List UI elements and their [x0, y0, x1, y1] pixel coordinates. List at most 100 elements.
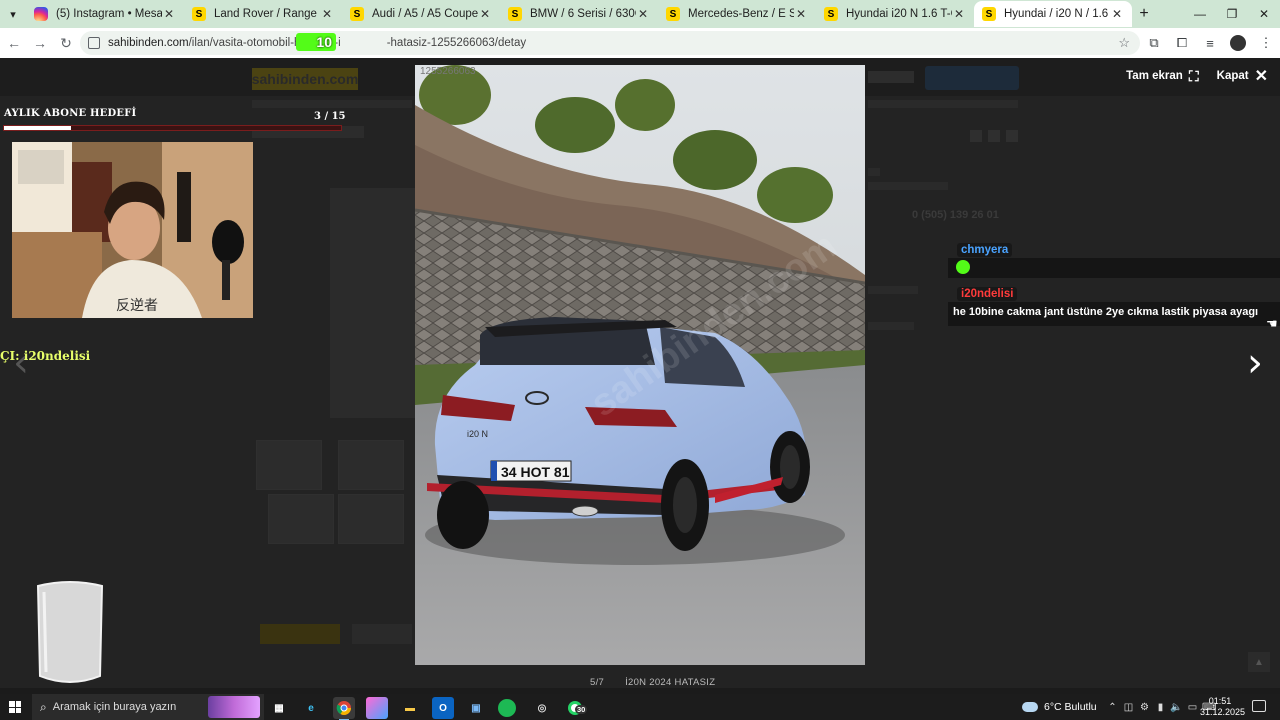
store-icon[interactable]: ▣ — [465, 697, 487, 719]
taskbar-search[interactable]: ⌕ Aramak için buraya yazın — [32, 694, 264, 720]
tab-title: Mercedes-Benz / E Serisi / E 250 — [688, 8, 794, 20]
breadcrumb-right — [868, 100, 1018, 108]
obs-icon[interactable]: ◎ — [531, 697, 553, 719]
main-gallery — [330, 188, 416, 418]
tab-close-icon[interactable]: ✕ — [162, 7, 176, 21]
info-line — [868, 168, 880, 176]
sahibinden-icon: S — [508, 7, 522, 21]
screen-cast-icon[interactable]: ⧉ — [1140, 29, 1168, 57]
scroll-top-icon: ▲ — [1248, 652, 1270, 672]
tab-title: Hyundai i20 N 1.6 T-GDI Fiyatlar — [846, 8, 952, 20]
forward-arrow-icon[interactable]: → — [28, 31, 52, 55]
photo-caption: İ20N 2024 HATASIZ — [625, 677, 716, 688]
clock-date: 31.12.2025 — [1200, 707, 1246, 717]
tab-close-icon[interactable]: ✕ — [1110, 7, 1124, 21]
system-tray: ⌃ ◫ ⚙ ▮ 🔈 ▭ ⌨ — [1106, 694, 1216, 720]
chat-username: chmyera — [957, 243, 1013, 257]
toolbar-icons: ⧉ ⧠ ≡ ⋮ — [1140, 28, 1280, 58]
outlook-icon[interactable]: O — [432, 697, 454, 719]
minimize-icon[interactable]: — — [1184, 0, 1216, 28]
tab-close-icon[interactable]: ✕ — [320, 7, 334, 21]
close-window-icon[interactable]: ✕ — [1248, 0, 1280, 28]
microphone-icon[interactable]: ▮ — [1154, 702, 1167, 713]
lightbox-controls: Tam ekran ⛶ Kapat ✕ — [1126, 66, 1268, 86]
search-placeholder: Aramak için buraya yazın — [52, 701, 177, 713]
network-icon[interactable]: ▭ — [1186, 702, 1199, 713]
tab-close-icon[interactable]: ✕ — [952, 7, 966, 21]
extensions-icon[interactable]: ⧠ — [1168, 29, 1196, 57]
new-tab-plus-icon[interactable]: + — [1132, 5, 1156, 23]
kick-overlay-badge: 10 — [296, 33, 336, 51]
goal-progress-bar — [3, 125, 342, 131]
photo-caption-bar: 5/7 İ20N 2024 HATASIZ — [590, 677, 715, 688]
window-controls: — ❐ ✕ — [1184, 0, 1280, 28]
browser-tab-6[interactable]: S Hyundai / i20 N / 1.6 T-GDI / i20 ✕ — [974, 1, 1132, 27]
chat-message-text: he 10bine cakma jant üstüne 2ye cıkma la… — [953, 306, 1259, 318]
glass-cup-image — [36, 581, 104, 683]
breadcrumb — [252, 100, 412, 108]
url-path-end: -hatasiz-1255266063/detay — [386, 37, 527, 49]
tab-close-icon[interactable]: ✕ — [636, 7, 650, 21]
close-icon: ✕ — [1254, 68, 1268, 85]
profile-avatar[interactable] — [1230, 35, 1246, 51]
notifications-icon[interactable] — [1252, 700, 1266, 712]
url-host: sahibinden.com — [108, 37, 189, 49]
hyundai-i20n-photo: 34 HOT 81 i20 N sahibinden.com — [415, 65, 865, 665]
browser-tab-4[interactable]: S Mercedes-Benz / E Serisi / E 250 ✕ — [658, 1, 816, 27]
post-ad-button — [925, 66, 1019, 90]
instagram-icon — [34, 7, 48, 21]
kick-overlay-count: 10 — [316, 34, 332, 50]
browser-tab-1[interactable]: S Land Rover / Range Rover / 4.2 ✕ — [184, 1, 342, 27]
file-explorer-icon[interactable]: ▬ — [399, 697, 421, 719]
browser-tab-5[interactable]: S Hyundai i20 N 1.6 T-GDI Fiyatlar ✕ — [816, 1, 974, 27]
whatsapp-icon[interactable]: 30 — [564, 697, 588, 719]
next-photo-chevron-icon[interactable]: › — [1240, 340, 1270, 386]
info-line — [868, 286, 918, 294]
taskbar-clock[interactable]: 01:51 31.12.2025 — [1200, 696, 1246, 718]
fullscreen-button[interactable]: Tam ekran ⛶ — [1126, 68, 1199, 85]
tray-app-icon[interactable]: ◫ — [1122, 702, 1135, 713]
tab-close-icon[interactable]: ✕ — [478, 7, 492, 21]
listing-photo: 34 HOT 81 i20 N sahibinden.com — [415, 65, 865, 665]
tray-app-icon[interactable]: ⚙ — [1138, 702, 1151, 713]
tab-search-icon[interactable]: ▾ — [0, 1, 26, 27]
restore-icon[interactable]: ❐ — [1216, 0, 1248, 28]
chrome-icon[interactable] — [333, 697, 355, 720]
spotify-icon[interactable] — [498, 699, 516, 717]
tab-strip: ▾ (5) Instagram • Mesajlar ✕ S Land Rove… — [0, 0, 1280, 28]
tab-title: Hyundai / i20 N / 1.6 T-GDI / i20 — [1004, 8, 1110, 20]
chat-message-0: chmyera — [948, 240, 1280, 258]
task-view-icon[interactable]: ▦ — [268, 697, 290, 719]
tab-media-icon[interactable]: ≡ — [1196, 29, 1224, 57]
address-bar[interactable]: sahibinden.com /ilan/vasita-otomobil-hyu… — [80, 31, 1140, 55]
search-highlight-art — [208, 696, 260, 718]
weather-widget[interactable]: 6°C Bulutlu — [1022, 694, 1097, 720]
close-lightbox-button[interactable]: Kapat ✕ — [1217, 66, 1268, 86]
start-button[interactable] — [0, 694, 30, 720]
kick-emote-icon — [956, 260, 970, 274]
license-plate-text: 34 HOT 81 — [501, 464, 570, 480]
search-icon: ⌕ — [40, 699, 47, 714]
back-arrow-icon[interactable]: ← — [2, 31, 26, 55]
site-info-icon[interactable] — [88, 37, 100, 49]
reload-icon[interactable]: ↻ — [54, 31, 78, 55]
clock-time: 01:51 — [1208, 696, 1232, 706]
facebook-icon — [970, 130, 982, 142]
listing-details-tab — [260, 624, 340, 644]
previous-photo-chevron-icon[interactable]: ‹ — [6, 340, 36, 386]
browser-tab-3[interactable]: S BMW / 6 Serisi / 630Ci / 630Ci / ✕ — [500, 1, 658, 27]
thumbnail — [268, 494, 334, 544]
menu-kebab-icon[interactable]: ⋮ — [1252, 29, 1280, 57]
volume-icon[interactable]: 🔈 — [1170, 702, 1183, 713]
copilot-icon[interactable] — [366, 697, 388, 719]
sahibinden-icon: S — [192, 7, 206, 21]
tray-chevron-icon[interactable]: ⌃ — [1106, 702, 1119, 713]
tab-close-icon[interactable]: ✕ — [794, 7, 808, 21]
browser-tab-0[interactable]: (5) Instagram • Mesajlar ✕ — [26, 1, 184, 27]
bookmark-star-icon[interactable]: ☆ — [1118, 35, 1130, 51]
svg-text:反逆者: 反逆者 — [116, 298, 158, 314]
browser-tab-2[interactable]: S Audi / A5 / A5 Coupe / 3.2 FSI ✕ — [342, 1, 500, 27]
edge-icon[interactable]: e — [300, 697, 322, 719]
close-label: Kapat — [1216, 70, 1249, 82]
goal-count: 3 / 15 — [314, 111, 346, 122]
